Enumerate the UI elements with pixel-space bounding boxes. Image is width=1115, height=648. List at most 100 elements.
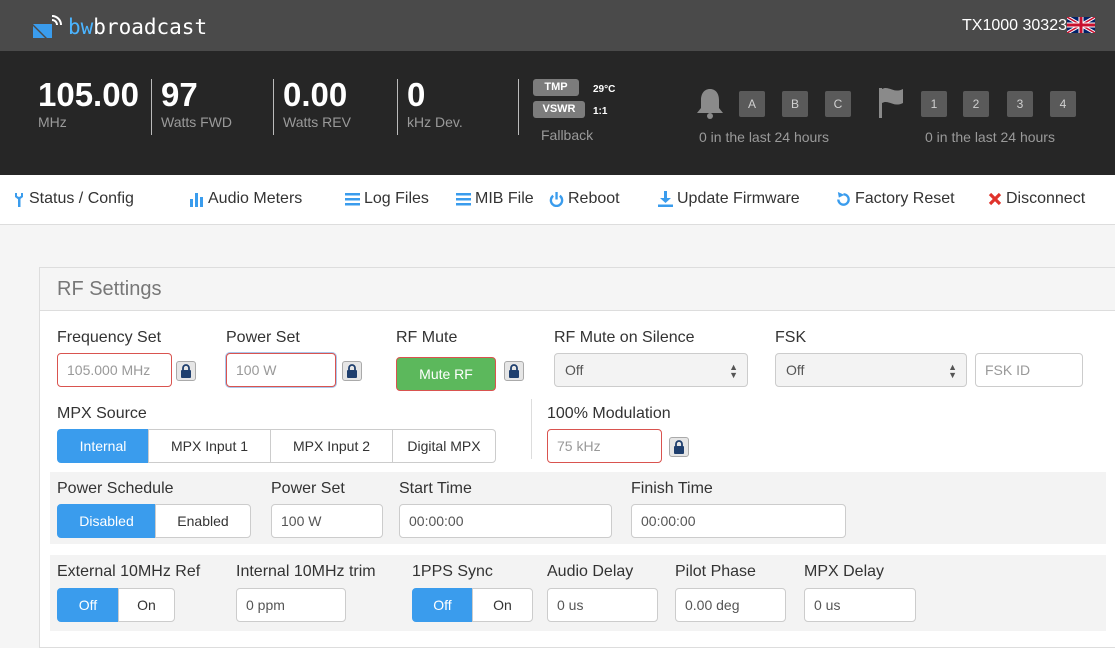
start-time-input[interactable]: 00:00:00 [399, 504, 612, 538]
alarm-a-button[interactable]: A [739, 91, 765, 117]
nav-disconnect[interactable]: Disconnect [988, 190, 1085, 208]
brand-logo[interactable]: bwbroadcast [30, 14, 207, 40]
mpx-digital-option[interactable]: Digital MPX [392, 429, 496, 463]
fsk-id-input[interactable]: FSK ID [975, 353, 1083, 387]
schedule-power-label: Power Set [271, 480, 345, 497]
mpx-source-group: Internal MPX Input 1 MPX Input 2 Digital… [57, 429, 496, 463]
power-set-input[interactable]: 100 W [226, 353, 336, 387]
close-icon [988, 192, 1002, 206]
pilot-phase-label: Pilot Phase [675, 563, 756, 580]
tmp-badge: TMP [533, 79, 579, 96]
flag-2-button[interactable]: 2 [963, 91, 989, 117]
lock-icon [347, 364, 357, 378]
flag-3-button[interactable]: 3 [1007, 91, 1033, 117]
modulation-label: 100% Modulation [547, 405, 671, 422]
frequency-set-label: Frequency Set [57, 329, 162, 346]
nav-mib-file[interactable]: MIB File [456, 190, 534, 208]
pps-sync-label: 1PPS Sync [412, 563, 493, 580]
fsk-label: FSK [775, 329, 807, 346]
frequency-set-input[interactable]: 105.000 MHz [57, 353, 172, 387]
flag-icon [879, 87, 903, 118]
select-arrows-icon: ▲ ▼ [729, 362, 738, 380]
tmp-value: 29°C [593, 84, 616, 95]
mpx-delay-input[interactable]: 0 us [804, 588, 916, 622]
nav-reboot[interactable]: Reboot [549, 190, 620, 208]
rf-settings-panel: RF Settings Frequency Set 105.000 MHz Po… [39, 267, 1115, 648]
device-id: TX1000 30323 [962, 17, 1067, 34]
flag-1-button[interactable]: 1 [921, 91, 947, 117]
deviation-readout: 0 kHz Dev. [407, 76, 463, 130]
nav-update-firmware[interactable]: Update Firmware [658, 190, 800, 208]
pps-off-option[interactable]: Off [412, 588, 473, 622]
mpx-input-1-option[interactable]: MPX Input 1 [148, 429, 271, 463]
mute-lock-button[interactable] [504, 361, 524, 381]
panel-header: RF Settings [40, 268, 1115, 311]
frequency-readout: 105.00 MHz [38, 76, 139, 130]
rf-mute-silence-label: RF Mute on Silence [554, 329, 695, 346]
frequency-lock-button[interactable] [176, 361, 196, 381]
uk-flag-icon[interactable] [1067, 17, 1095, 33]
vswr-badge: VSWR [533, 101, 585, 118]
modulation-input[interactable]: 75 kHz [547, 429, 662, 463]
rf-mute-silence-select[interactable]: Off ▲ ▼ [554, 353, 748, 387]
reset-icon [837, 191, 850, 206]
schedule-power-input[interactable]: 100 W [271, 504, 383, 538]
pps-sync-group: Off On [412, 588, 533, 622]
panel-title: RF Settings [57, 278, 162, 300]
nav-log-files[interactable]: Log Files [345, 190, 429, 208]
fallback-status: Fallback [541, 127, 594, 143]
finish-time-label: Finish Time [631, 480, 713, 497]
pilot-phase-input[interactable]: 0.00 deg [675, 588, 786, 622]
mpx-input-2-option[interactable]: MPX Input 2 [270, 429, 393, 463]
mpx-source-label: MPX Source [57, 405, 147, 422]
vswr-value: 1:1 [593, 106, 608, 117]
bell-icon [697, 89, 723, 119]
divider [518, 79, 519, 135]
power-lock-button[interactable] [342, 361, 362, 381]
audio-delay-input[interactable]: 0 us [547, 588, 658, 622]
pps-on-option[interactable]: On [472, 588, 533, 622]
nav-status-config[interactable]: Status / Config [13, 190, 134, 208]
broadcast-logo-icon [33, 15, 62, 38]
lock-icon [674, 440, 684, 454]
power-set-label: Power Set [226, 329, 300, 346]
mpx-delay-label: MPX Delay [804, 563, 885, 580]
power-schedule-label: Power Schedule [57, 480, 174, 497]
divider [273, 79, 274, 135]
nav-factory-reset[interactable]: Factory Reset [836, 190, 955, 208]
select-arrows-icon: ▲ ▼ [948, 362, 957, 380]
schedule-enabled-option[interactable]: Enabled [155, 504, 251, 538]
wrench-icon [15, 193, 23, 207]
mpx-internal-option[interactable]: Internal [57, 429, 149, 463]
alarm-summary: 0 in the last 24 hours [699, 129, 829, 145]
divider [397, 79, 398, 135]
schedule-disabled-option[interactable]: Disabled [57, 504, 156, 538]
lock-icon [509, 364, 519, 378]
top-bar: bwbroadcast TX1000 30323 [0, 0, 1115, 51]
alarm-b-button[interactable]: B [782, 91, 808, 117]
ext-ref-on-option[interactable]: On [118, 588, 175, 622]
download-icon [658, 191, 673, 207]
int-trim-input[interactable]: 0 ppm [236, 588, 346, 622]
rf-mute-label: RF Mute [396, 329, 458, 346]
audio-delay-label: Audio Delay [547, 563, 634, 580]
mute-rf-button[interactable]: Mute RF [396, 357, 496, 391]
power-schedule-group: Disabled Enabled [57, 504, 251, 538]
status-bar: 105.00 MHz 97 Watts FWD 0.00 Watts REV 0… [0, 51, 1115, 175]
flag-4-button[interactable]: 4 [1050, 91, 1076, 117]
nav-audio-meters[interactable]: Audio Meters [190, 190, 302, 208]
brand-name: bwbroadcast [68, 15, 208, 39]
modulation-lock-button[interactable] [669, 437, 689, 457]
ext-ref-label: External 10MHz Ref [57, 563, 201, 580]
fsk-select[interactable]: Off ▲ ▼ [775, 353, 967, 387]
int-trim-label: Internal 10MHz trim [236, 563, 376, 580]
finish-time-input[interactable]: 00:00:00 [631, 504, 846, 538]
flag-summary: 0 in the last 24 hours [925, 129, 1055, 145]
alarm-c-button[interactable]: C [825, 91, 851, 117]
main-nav: Status / Config Audio Meters Log Files M… [0, 175, 1115, 225]
list-icon [345, 193, 360, 206]
ext-ref-off-option[interactable]: Off [57, 588, 119, 622]
list-icon [456, 193, 471, 206]
start-time-label: Start Time [399, 480, 472, 497]
bars-icon [190, 193, 203, 207]
